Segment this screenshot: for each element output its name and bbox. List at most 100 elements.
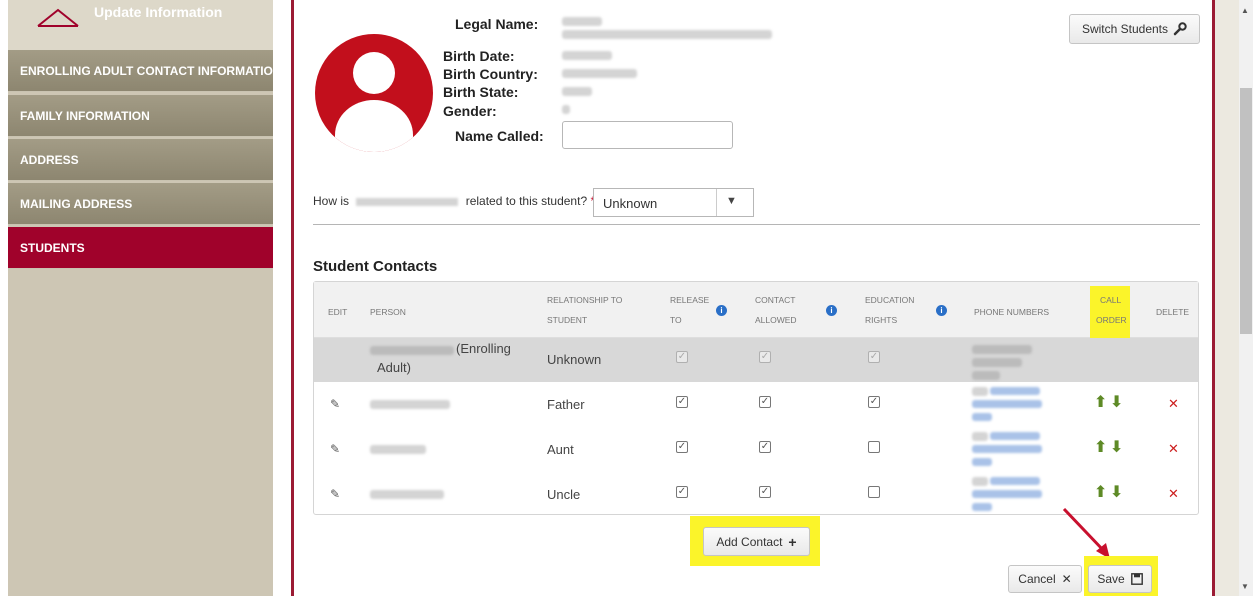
delete-icon[interactable]: ✕ xyxy=(1168,396,1179,412)
birth-date-label: Birth Date: xyxy=(443,48,515,64)
birth-date-redacted xyxy=(562,51,612,60)
pencil-icon[interactable]: ✎ xyxy=(330,442,340,456)
gender-redacted xyxy=(562,105,570,114)
release-checkbox[interactable]: ✓ xyxy=(676,441,688,453)
person-name-redacted xyxy=(370,346,454,355)
arrow-up-icon[interactable]: ⬆ xyxy=(1094,392,1107,412)
name-called-input[interactable] xyxy=(562,121,733,149)
header-contact-1: CONTACT xyxy=(755,295,796,305)
sidebar-header: Update Information xyxy=(8,0,273,50)
header-education-2: RIGHTS xyxy=(865,315,898,325)
sidebar-item-family[interactable]: FAMILY INFORMATION xyxy=(8,95,273,137)
gender-label: Gender: xyxy=(443,103,497,119)
release-checkbox[interactable]: ✓ xyxy=(676,486,688,498)
legal-name-redacted xyxy=(562,17,602,26)
phone-link[interactable] xyxy=(972,503,992,511)
table-row: ✎ Father ✓ ✓ ✓ ⬆ ⬇ ✕ xyxy=(314,382,1198,426)
education-checkbox[interactable] xyxy=(868,441,880,453)
page-gutter xyxy=(1215,0,1239,596)
cancel-label: Cancel xyxy=(1018,572,1056,586)
adult-name-redacted xyxy=(356,197,459,206)
phone-link[interactable] xyxy=(972,490,1042,498)
arrow-up-icon[interactable]: ⬆ xyxy=(1094,482,1107,502)
contact-checkbox[interactable]: ✓ xyxy=(759,486,771,498)
header-person: PERSON xyxy=(370,307,406,317)
sidebar-item-students[interactable]: STUDENTS xyxy=(8,227,273,269)
contacts-table: EDIT PERSON RELATIONSHIP TO STUDENT RELE… xyxy=(313,281,1199,515)
sidebar-item-label: STUDENTS xyxy=(20,240,85,255)
cancel-button[interactable]: Cancel ✕ xyxy=(1008,565,1082,593)
release-checkbox: ✓ xyxy=(676,351,688,363)
switch-students-button[interactable]: Switch Students xyxy=(1069,14,1200,44)
avatar-head xyxy=(353,52,395,94)
phone-link[interactable] xyxy=(990,477,1040,485)
sidebar-item-mailing-address[interactable]: MAILING ADDRESS xyxy=(8,183,273,225)
pencil-icon[interactable]: ✎ xyxy=(330,487,340,501)
table-header: EDIT PERSON RELATIONSHIP TO STUDENT RELE… xyxy=(314,282,1198,338)
phone-link[interactable] xyxy=(972,400,1042,408)
add-contact-label: Add Contact xyxy=(716,534,783,549)
birth-state-label: Birth State: xyxy=(443,84,519,100)
scroll-down-icon[interactable]: ▼ xyxy=(1241,582,1249,591)
save-label: Save xyxy=(1097,572,1125,586)
phone-redacted xyxy=(972,387,988,396)
education-checkbox[interactable]: ✓ xyxy=(868,396,880,408)
scroll-up-icon[interactable]: ▲ xyxy=(1241,6,1249,15)
header-contact-2: ALLOWED xyxy=(755,315,797,325)
person-name-redacted xyxy=(370,400,450,409)
relation-select[interactable]: Unknown ▼ xyxy=(593,188,754,217)
header-relationship-1: RELATIONSHIP TO xyxy=(547,295,623,305)
education-checkbox[interactable] xyxy=(868,486,880,498)
section-divider xyxy=(313,224,1200,225)
scrollbar-thumb[interactable] xyxy=(1240,88,1252,334)
info-icon[interactable]: i xyxy=(826,305,837,316)
sidebar-item-address[interactable]: ADDRESS xyxy=(8,139,273,181)
delete-icon[interactable]: ✕ xyxy=(1168,441,1179,457)
info-icon[interactable]: i xyxy=(716,305,727,316)
header-phone: PHONE NUMBERS xyxy=(974,307,1050,317)
birth-country-label: Birth Country: xyxy=(443,66,538,82)
switch-students-label: Switch Students xyxy=(1081,22,1169,36)
legal-name-label: Legal Name: xyxy=(455,16,539,32)
mountain-icon xyxy=(37,8,79,27)
contact-checkbox[interactable]: ✓ xyxy=(759,396,771,408)
header-release-1: RELEASE xyxy=(670,295,710,305)
phone-link[interactable] xyxy=(990,387,1040,395)
phone-redacted xyxy=(972,371,1000,380)
release-checkbox[interactable]: ✓ xyxy=(676,396,688,408)
header-call-2: ORDER xyxy=(1096,315,1127,325)
phone-redacted xyxy=(972,477,988,486)
close-icon: ✕ xyxy=(1061,572,1072,586)
arrow-down-icon[interactable]: ⬇ xyxy=(1110,392,1123,412)
relation-selected-value: Unknown xyxy=(603,196,658,211)
phone-link[interactable] xyxy=(972,445,1042,453)
table-row-enrolling-adult: (Enrolling Adult) Unknown ✓ ✓ ✓ xyxy=(314,338,1198,382)
phone-link[interactable] xyxy=(972,458,992,466)
pencil-icon[interactable]: ✎ xyxy=(330,397,340,411)
phone-link[interactable] xyxy=(990,432,1040,440)
delete-icon[interactable]: ✕ xyxy=(1168,486,1179,502)
info-icon[interactable]: i xyxy=(936,305,947,316)
sidebar: Update Information ENROLLING ADULT CONTA… xyxy=(8,0,273,596)
person-suffix: (Enrolling xyxy=(456,341,511,356)
header-call-1: CALL xyxy=(1100,295,1122,305)
education-checkbox: ✓ xyxy=(868,351,880,363)
arrow-up-icon[interactable]: ⬆ xyxy=(1094,437,1107,457)
arrow-down-icon[interactable]: ⬇ xyxy=(1110,482,1123,502)
add-contact-button[interactable]: Add Contact + xyxy=(703,527,810,556)
birth-state-redacted xyxy=(562,87,592,96)
contact-checkbox[interactable]: ✓ xyxy=(759,441,771,453)
arrow-down-icon[interactable]: ⬇ xyxy=(1110,437,1123,457)
phone-redacted xyxy=(972,358,1022,367)
birth-country-redacted xyxy=(562,69,637,78)
header-release-2: TO xyxy=(670,315,682,325)
phone-link[interactable] xyxy=(972,413,992,421)
save-button[interactable]: Save xyxy=(1088,565,1152,593)
sidebar-title: Update Information xyxy=(94,4,223,20)
sidebar-item-enrolling-adult[interactable]: ENROLLING ADULT CONTACT INFORMATION xyxy=(8,50,273,92)
relationship-value: Uncle xyxy=(547,487,581,502)
relationship-value: Unknown xyxy=(547,352,602,367)
relation-suffix: related to this student? xyxy=(465,194,588,208)
phone-redacted xyxy=(972,432,988,441)
person-suffix-2: Adult) xyxy=(377,360,411,375)
